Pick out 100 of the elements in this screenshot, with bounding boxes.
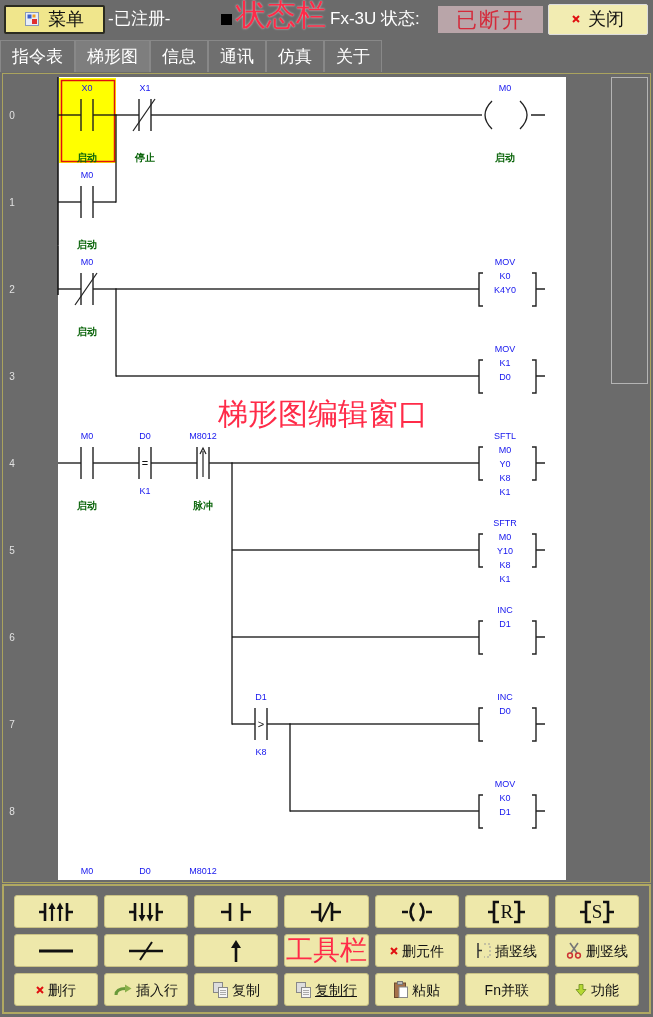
line-number: 1: [9, 196, 15, 208]
tab[interactable]: 通讯: [208, 40, 266, 72]
instruction-box: [478, 707, 546, 742]
x-mark-icon: [389, 946, 398, 955]
instruction-name: SFTL: [494, 431, 516, 441]
operand-label: K1: [139, 486, 151, 496]
line-number: 8: [9, 805, 15, 817]
toolbar-button[interactable]: 插竖线: [464, 934, 549, 967]
tab[interactable]: 信息: [150, 40, 208, 72]
instruction-box: [478, 359, 546, 394]
left-bracket-icon: [579, 899, 592, 924]
up-arrow-icon: [229, 938, 244, 963]
device-label: M8012: [189, 866, 217, 876]
line-number: 4: [9, 457, 15, 469]
instruction-box: [478, 794, 546, 829]
curved-arrow-icon: [114, 983, 133, 996]
toolbar-button[interactable]: [194, 934, 279, 967]
device-label: D1: [255, 692, 267, 702]
toolbar-button[interactable]: 复制行: [284, 973, 369, 1006]
falling-contact-icon: [129, 900, 164, 923]
toolbar-button[interactable]: 删行: [14, 973, 99, 1006]
toolbar-button[interactable]: 粘贴: [374, 973, 459, 1006]
copy-icon: [296, 981, 311, 998]
operand-label: D1: [499, 807, 511, 817]
device-label: M0: [498, 83, 512, 93]
toolbar-button[interactable]: Fn并联: [464, 973, 549, 1006]
instruction-name: INC: [497, 605, 513, 615]
comment-label: 脉冲: [193, 499, 213, 511]
toolbar-button[interactable]: 功能: [554, 973, 639, 1006]
line-number: 2: [9, 283, 15, 295]
toolbar-button[interactable]: [14, 895, 99, 928]
operand-label: K4Y0: [494, 285, 516, 295]
toolbar-button[interactable]: 插入行: [104, 973, 189, 1006]
connection-status: 已断开: [438, 5, 543, 33]
annotation-label: 状态栏: [236, 0, 326, 30]
device-label: D0: [139, 431, 151, 441]
device-label: M0: [80, 866, 94, 876]
output-coil: [484, 100, 546, 130]
device-label: M0: [80, 431, 94, 441]
operand-label: K0: [499, 271, 511, 281]
operand-label: D0: [499, 372, 511, 382]
toolbar-button[interactable]: [374, 895, 459, 928]
rising-contact-icon: [39, 900, 74, 923]
toolbar-button[interactable]: [104, 934, 189, 967]
rung-wire: [58, 201, 116, 203]
square-icon: [221, 13, 232, 25]
comment-label: 启动: [77, 325, 97, 337]
toolbar-button[interactable]: [14, 934, 99, 967]
device-label: X0: [81, 83, 93, 93]
operand-label: K8: [499, 560, 511, 570]
x-mark-icon: [36, 985, 45, 994]
instruction-name: MOV: [494, 257, 516, 267]
toolbar-button[interactable]: [104, 895, 189, 928]
toolbar-button[interactable]: S: [554, 895, 639, 928]
copy-icon: [212, 981, 228, 998]
toolbar-button[interactable]: R: [464, 895, 549, 928]
comment-label: 启动: [495, 151, 515, 163]
operand-label: K8: [499, 473, 511, 483]
tab[interactable]: 仿真: [266, 40, 324, 72]
tab[interactable]: 梯形图: [75, 40, 150, 72]
vertical-line-icon: [476, 942, 492, 959]
instruction-box: [478, 446, 546, 481]
operand-label: M0: [498, 532, 512, 542]
annotation-label: 梯形图编辑窗口: [218, 399, 428, 429]
operand-label: Y0: [499, 459, 511, 469]
right-bracket-icon: [513, 899, 526, 924]
instruction-name: SFTR: [493, 518, 517, 528]
instruction-box: [478, 533, 546, 568]
right-bracket-icon: [602, 899, 615, 924]
compare-operator: =: [141, 457, 149, 469]
registration-status: -已注册-: [108, 9, 171, 28]
scissors-icon: [565, 942, 582, 959]
comment-label: 停止: [135, 151, 155, 163]
operand-label: M0: [498, 445, 512, 455]
compare-operator: >: [257, 718, 265, 730]
toolbar-button[interactable]: 复制: [194, 973, 279, 1006]
normally-open-contact: [80, 98, 94, 132]
close-button[interactable]: 关闭: [548, 3, 648, 35]
toolbar-button[interactable]: 删竖线: [554, 934, 639, 967]
comment-label: 启动: [77, 499, 97, 511]
close-icon: [572, 15, 580, 23]
tab[interactable]: 关于: [324, 40, 382, 72]
down-arrow-icon: [574, 983, 587, 996]
coil-icon: [401, 900, 432, 923]
operand-label: K1: [499, 358, 511, 368]
closed-contact-icon: [311, 900, 342, 923]
instruction-name: MOV: [494, 344, 516, 354]
toolbar-button[interactable]: [284, 895, 369, 928]
operand-label: D0: [499, 706, 511, 716]
instruction-name: MOV: [494, 779, 516, 789]
device-label: M8012: [189, 431, 217, 441]
instruction-box: [478, 620, 546, 655]
slashed-line-icon: [129, 940, 164, 961]
left-bracket-icon: [488, 899, 501, 924]
tab[interactable]: 指令表: [0, 40, 75, 72]
toolbar-button[interactable]: 删元件: [374, 934, 459, 967]
toolbar-button[interactable]: [194, 895, 279, 928]
scrollbar-thumb[interactable]: [611, 77, 648, 384]
line-number: 3: [9, 370, 15, 382]
menu-button[interactable]: 菜单: [4, 4, 105, 34]
